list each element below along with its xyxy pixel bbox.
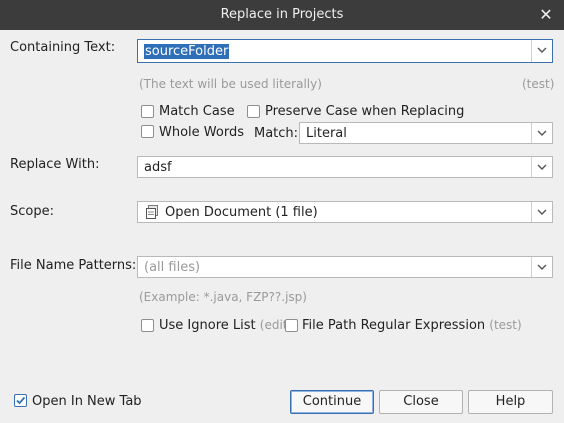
chevron-down-icon	[537, 209, 547, 215]
use-ignore-list-checkbox[interactable]	[141, 319, 154, 332]
file-path-regex-checkbox[interactable]	[285, 319, 298, 332]
literal-hint: (The text will be used literally)	[139, 77, 322, 91]
whole-words-checkbox[interactable]	[141, 125, 154, 138]
chevron-down-icon	[537, 47, 547, 53]
regex-test-link[interactable]: (test)	[489, 318, 521, 332]
continue-button[interactable]: Continue	[290, 390, 374, 414]
document-icon	[145, 205, 159, 223]
replace-with-combo[interactable]: adsf	[137, 156, 553, 178]
containing-text-combo[interactable]: sourceFolder	[137, 39, 553, 63]
open-in-new-tab-label: Open In New Tab	[32, 394, 142, 409]
title-bar: Replace in Projects ✕	[0, 0, 564, 30]
chevron-down-icon	[537, 130, 547, 136]
file-name-patterns-combo[interactable]: (all files)	[137, 256, 553, 278]
preserve-case-checkbox[interactable]	[247, 105, 260, 118]
scope-label: Scope:	[10, 204, 54, 219]
use-ignore-list-label: Use Ignore List (edit)	[159, 318, 292, 333]
checkmark-icon	[16, 396, 26, 405]
containing-text-input[interactable]: sourceFolder	[144, 44, 230, 59]
match-case-checkbox[interactable]	[141, 105, 154, 118]
file-path-regex-text: File Path Regular Expression	[302, 318, 486, 333]
chevron-down-icon	[537, 264, 547, 270]
scope-value: Open Document (1 file)	[165, 205, 318, 220]
chevron-down-icon	[537, 164, 547, 170]
use-ignore-list-text: Use Ignore List	[159, 318, 256, 333]
match-case-label: Match Case	[159, 104, 235, 119]
replace-with-dropdown-button[interactable]	[531, 157, 552, 177]
close-button[interactable]: Close	[379, 390, 463, 414]
window-title: Replace in Projects	[220, 7, 344, 22]
open-in-new-tab-checkbox[interactable]	[14, 394, 27, 407]
file-name-patterns-input[interactable]: (all files)	[144, 260, 200, 275]
test-link[interactable]: (test)	[522, 77, 554, 91]
file-pattern-example: (Example: *.java, FZP??.jsp)	[139, 290, 307, 304]
replace-with-label: Replace With:	[10, 157, 100, 172]
file-name-patterns-dropdown-button[interactable]	[531, 257, 552, 277]
scope-select[interactable]: Open Document (1 file)	[137, 201, 553, 223]
containing-text-dropdown-button[interactable]	[531, 40, 552, 62]
match-label: Match:	[254, 126, 299, 141]
file-path-regex-label: File Path Regular Expression (test)	[302, 318, 522, 333]
scope-dropdown-button[interactable]	[531, 202, 552, 222]
help-button[interactable]: Help	[468, 390, 553, 414]
close-icon[interactable]: ✕	[536, 5, 556, 25]
replace-with-input[interactable]: adsf	[144, 160, 172, 175]
match-dropdown-button[interactable]	[531, 123, 552, 143]
match-select[interactable]: Literal	[299, 122, 553, 144]
whole-words-label: Whole Words	[159, 125, 244, 140]
containing-text-label: Containing Text:	[10, 40, 116, 55]
file-name-patterns-label: File Name Patterns:	[10, 258, 137, 273]
match-value: Literal	[306, 126, 347, 141]
selected-text: sourceFolder	[144, 44, 230, 59]
preserve-case-label: Preserve Case when Replacing	[265, 104, 465, 119]
